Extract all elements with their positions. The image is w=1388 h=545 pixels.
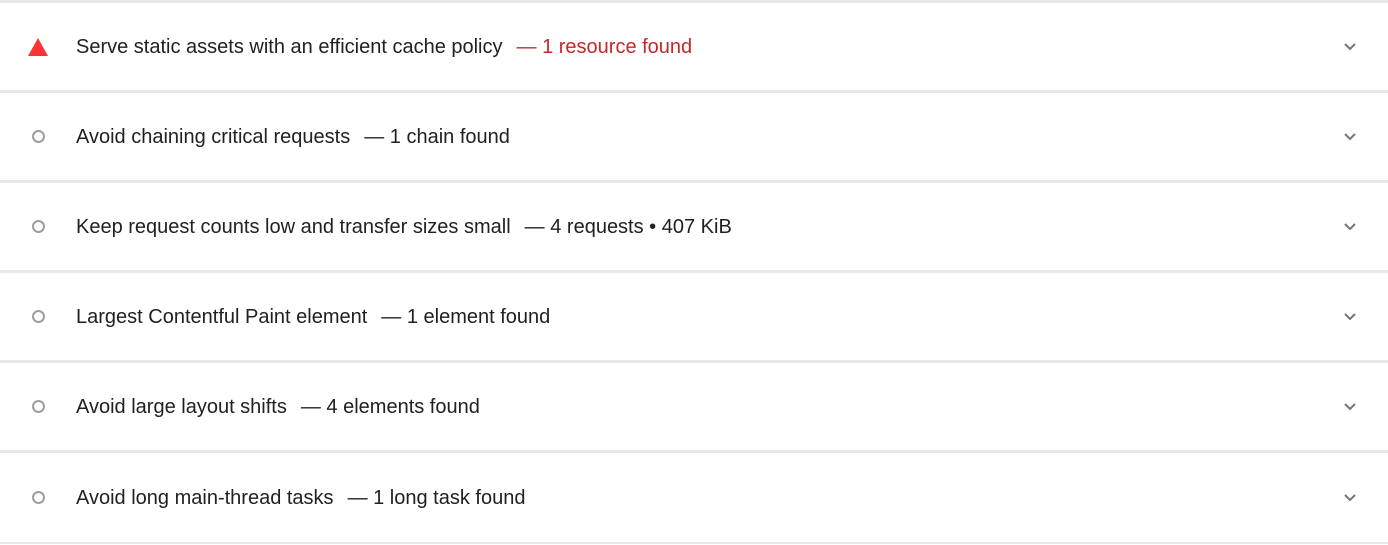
audit-label: Serve static assets with an efficient ca…	[76, 35, 692, 59]
circle-icon	[28, 397, 48, 417]
audit-row-critical-requests[interactable]: Avoid chaining critical requests — 1 chai…	[0, 93, 1388, 183]
chevron-down-icon[interactable]	[1338, 395, 1362, 419]
audit-summary: — 1 resource found	[516, 35, 693, 58]
audit-title: Keep request counts low and transfer siz…	[76, 215, 511, 238]
audit-summary: — 1 element found	[381, 305, 551, 328]
circle-icon	[28, 217, 48, 237]
chevron-down-icon[interactable]	[1338, 215, 1362, 239]
audit-title: Avoid chaining critical requests	[76, 125, 351, 148]
audit-summary: — 4 elements found	[300, 395, 480, 418]
audit-label: Avoid chaining critical requests — 1 chai…	[76, 125, 510, 149]
audit-title: Largest Contentful Paint element	[76, 305, 368, 328]
circle-icon	[28, 127, 48, 147]
audit-summary: — 1 long task found	[347, 486, 526, 509]
audit-title: Avoid large layout shifts	[76, 395, 287, 418]
audit-label: Largest Contentful Paint element — 1 elem…	[76, 305, 550, 329]
audit-summary: — 1 chain found	[364, 125, 510, 148]
audit-row-layout-shifts[interactable]: Avoid large layout shifts — 4 elements fo…	[0, 363, 1388, 453]
audit-row-lcp-element[interactable]: Largest Contentful Paint element — 1 elem…	[0, 273, 1388, 363]
audit-row-cache-policy[interactable]: Serve static assets with an efficient ca…	[0, 3, 1388, 93]
audit-list: Serve static assets with an efficient ca…	[0, 0, 1388, 545]
circle-icon	[28, 307, 48, 327]
chevron-down-icon[interactable]	[1338, 125, 1362, 149]
audit-label: Keep request counts low and transfer siz…	[76, 215, 732, 239]
circle-icon	[28, 488, 48, 508]
audit-row-long-tasks[interactable]: Avoid long main-thread tasks — 1 long tas…	[0, 453, 1388, 544]
audit-title: Avoid long main-thread tasks	[76, 486, 334, 509]
chevron-down-icon[interactable]	[1338, 486, 1362, 510]
chevron-down-icon[interactable]	[1338, 305, 1362, 329]
audit-title: Serve static assets with an efficient ca…	[76, 35, 503, 58]
triangle-warning-icon	[28, 37, 48, 57]
audit-label: Avoid long main-thread tasks — 1 long tas…	[76, 486, 525, 510]
chevron-down-icon[interactable]	[1338, 35, 1362, 59]
audit-row-request-counts[interactable]: Keep request counts low and transfer siz…	[0, 183, 1388, 273]
audit-summary: — 4 requests • 407 KiB	[524, 215, 732, 238]
audit-label: Avoid large layout shifts — 4 elements fo…	[76, 395, 480, 419]
